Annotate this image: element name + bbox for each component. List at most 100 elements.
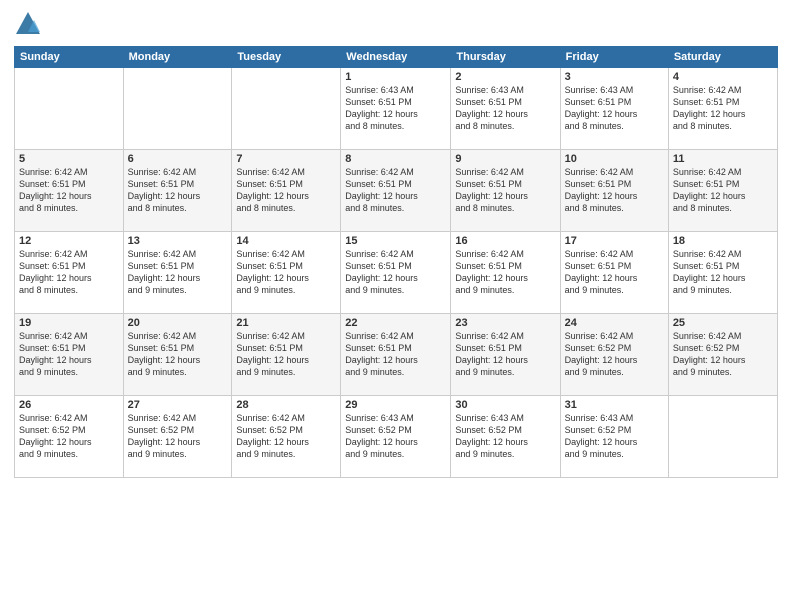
table-row bbox=[668, 396, 777, 478]
table-row: 29Sunrise: 6:43 AMSunset: 6:52 PMDayligh… bbox=[341, 396, 451, 478]
day-number: 23 bbox=[455, 317, 555, 329]
table-row: 22Sunrise: 6:42 AMSunset: 6:51 PMDayligh… bbox=[341, 314, 451, 396]
calendar-week-row: 26Sunrise: 6:42 AMSunset: 6:52 PMDayligh… bbox=[15, 396, 778, 478]
day-number: 12 bbox=[19, 235, 119, 247]
table-row: 16Sunrise: 6:42 AMSunset: 6:51 PMDayligh… bbox=[451, 232, 560, 314]
table-row: 7Sunrise: 6:42 AMSunset: 6:51 PMDaylight… bbox=[232, 150, 341, 232]
day-info: Sunrise: 6:42 AMSunset: 6:51 PMDaylight:… bbox=[565, 166, 664, 215]
day-number: 16 bbox=[455, 235, 555, 247]
table-row: 28Sunrise: 6:42 AMSunset: 6:52 PMDayligh… bbox=[232, 396, 341, 478]
table-row: 11Sunrise: 6:42 AMSunset: 6:51 PMDayligh… bbox=[668, 150, 777, 232]
col-wednesday: Wednesday bbox=[341, 47, 451, 68]
day-number: 22 bbox=[345, 317, 446, 329]
day-number: 10 bbox=[565, 153, 664, 165]
day-info: Sunrise: 6:42 AMSunset: 6:51 PMDaylight:… bbox=[345, 166, 446, 215]
day-info: Sunrise: 6:42 AMSunset: 6:51 PMDaylight:… bbox=[128, 330, 228, 379]
day-info: Sunrise: 6:42 AMSunset: 6:51 PMDaylight:… bbox=[19, 330, 119, 379]
table-row: 3Sunrise: 6:43 AMSunset: 6:51 PMDaylight… bbox=[560, 68, 668, 150]
day-info: Sunrise: 6:42 AMSunset: 6:52 PMDaylight:… bbox=[565, 330, 664, 379]
table-row: 13Sunrise: 6:42 AMSunset: 6:51 PMDayligh… bbox=[123, 232, 232, 314]
day-info: Sunrise: 6:42 AMSunset: 6:51 PMDaylight:… bbox=[455, 248, 555, 297]
day-info: Sunrise: 6:43 AMSunset: 6:52 PMDaylight:… bbox=[455, 412, 555, 461]
calendar-week-row: 1Sunrise: 6:43 AMSunset: 6:51 PMDaylight… bbox=[15, 68, 778, 150]
day-number: 11 bbox=[673, 153, 773, 165]
table-row bbox=[232, 68, 341, 150]
col-saturday: Saturday bbox=[668, 47, 777, 68]
day-info: Sunrise: 6:43 AMSunset: 6:52 PMDaylight:… bbox=[565, 412, 664, 461]
table-row: 17Sunrise: 6:42 AMSunset: 6:51 PMDayligh… bbox=[560, 232, 668, 314]
day-info: Sunrise: 6:42 AMSunset: 6:51 PMDaylight:… bbox=[19, 248, 119, 297]
table-row: 18Sunrise: 6:42 AMSunset: 6:51 PMDayligh… bbox=[668, 232, 777, 314]
logo bbox=[14, 10, 46, 38]
header bbox=[14, 10, 778, 38]
day-info: Sunrise: 6:42 AMSunset: 6:51 PMDaylight:… bbox=[345, 248, 446, 297]
table-row: 15Sunrise: 6:42 AMSunset: 6:51 PMDayligh… bbox=[341, 232, 451, 314]
day-info: Sunrise: 6:42 AMSunset: 6:51 PMDaylight:… bbox=[128, 248, 228, 297]
day-info: Sunrise: 6:42 AMSunset: 6:52 PMDaylight:… bbox=[673, 330, 773, 379]
table-row: 14Sunrise: 6:42 AMSunset: 6:51 PMDayligh… bbox=[232, 232, 341, 314]
table-row: 24Sunrise: 6:42 AMSunset: 6:52 PMDayligh… bbox=[560, 314, 668, 396]
day-info: Sunrise: 6:42 AMSunset: 6:51 PMDaylight:… bbox=[455, 330, 555, 379]
day-number: 28 bbox=[236, 399, 336, 411]
day-info: Sunrise: 6:43 AMSunset: 6:51 PMDaylight:… bbox=[565, 84, 664, 133]
col-monday: Monday bbox=[123, 47, 232, 68]
day-number: 14 bbox=[236, 235, 336, 247]
day-number: 6 bbox=[128, 153, 228, 165]
table-row: 26Sunrise: 6:42 AMSunset: 6:52 PMDayligh… bbox=[15, 396, 124, 478]
table-row: 30Sunrise: 6:43 AMSunset: 6:52 PMDayligh… bbox=[451, 396, 560, 478]
table-row bbox=[15, 68, 124, 150]
calendar-week-row: 12Sunrise: 6:42 AMSunset: 6:51 PMDayligh… bbox=[15, 232, 778, 314]
col-sunday: Sunday bbox=[15, 47, 124, 68]
day-number: 18 bbox=[673, 235, 773, 247]
table-row: 20Sunrise: 6:42 AMSunset: 6:51 PMDayligh… bbox=[123, 314, 232, 396]
day-info: Sunrise: 6:42 AMSunset: 6:51 PMDaylight:… bbox=[345, 330, 446, 379]
day-number: 30 bbox=[455, 399, 555, 411]
day-number: 20 bbox=[128, 317, 228, 329]
table-row: 23Sunrise: 6:42 AMSunset: 6:51 PMDayligh… bbox=[451, 314, 560, 396]
weekday-header-row: Sunday Monday Tuesday Wednesday Thursday… bbox=[15, 47, 778, 68]
day-number: 26 bbox=[19, 399, 119, 411]
day-number: 21 bbox=[236, 317, 336, 329]
day-info: Sunrise: 6:42 AMSunset: 6:52 PMDaylight:… bbox=[19, 412, 119, 461]
table-row: 10Sunrise: 6:42 AMSunset: 6:51 PMDayligh… bbox=[560, 150, 668, 232]
day-info: Sunrise: 6:43 AMSunset: 6:51 PMDaylight:… bbox=[345, 84, 446, 133]
day-info: Sunrise: 6:42 AMSunset: 6:51 PMDaylight:… bbox=[673, 166, 773, 215]
day-info: Sunrise: 6:42 AMSunset: 6:52 PMDaylight:… bbox=[236, 412, 336, 461]
table-row: 1Sunrise: 6:43 AMSunset: 6:51 PMDaylight… bbox=[341, 68, 451, 150]
day-info: Sunrise: 6:42 AMSunset: 6:51 PMDaylight:… bbox=[19, 166, 119, 215]
col-friday: Friday bbox=[560, 47, 668, 68]
table-row bbox=[123, 68, 232, 150]
day-number: 9 bbox=[455, 153, 555, 165]
day-info: Sunrise: 6:42 AMSunset: 6:51 PMDaylight:… bbox=[236, 330, 336, 379]
day-number: 5 bbox=[19, 153, 119, 165]
day-info: Sunrise: 6:42 AMSunset: 6:51 PMDaylight:… bbox=[128, 166, 228, 215]
day-number: 15 bbox=[345, 235, 446, 247]
table-row: 25Sunrise: 6:42 AMSunset: 6:52 PMDayligh… bbox=[668, 314, 777, 396]
day-number: 29 bbox=[345, 399, 446, 411]
table-row: 4Sunrise: 6:42 AMSunset: 6:51 PMDaylight… bbox=[668, 68, 777, 150]
day-info: Sunrise: 6:42 AMSunset: 6:51 PMDaylight:… bbox=[673, 248, 773, 297]
day-number: 13 bbox=[128, 235, 228, 247]
day-number: 24 bbox=[565, 317, 664, 329]
day-number: 31 bbox=[565, 399, 664, 411]
day-number: 17 bbox=[565, 235, 664, 247]
calendar-week-row: 5Sunrise: 6:42 AMSunset: 6:51 PMDaylight… bbox=[15, 150, 778, 232]
day-info: Sunrise: 6:42 AMSunset: 6:51 PMDaylight:… bbox=[565, 248, 664, 297]
table-row: 2Sunrise: 6:43 AMSunset: 6:51 PMDaylight… bbox=[451, 68, 560, 150]
day-number: 27 bbox=[128, 399, 228, 411]
day-info: Sunrise: 6:42 AMSunset: 6:51 PMDaylight:… bbox=[673, 84, 773, 133]
day-number: 7 bbox=[236, 153, 336, 165]
day-number: 19 bbox=[19, 317, 119, 329]
day-number: 25 bbox=[673, 317, 773, 329]
col-tuesday: Tuesday bbox=[232, 47, 341, 68]
logo-icon bbox=[14, 10, 42, 38]
day-info: Sunrise: 6:43 AMSunset: 6:51 PMDaylight:… bbox=[455, 84, 555, 133]
day-number: 2 bbox=[455, 71, 555, 83]
day-info: Sunrise: 6:42 AMSunset: 6:51 PMDaylight:… bbox=[236, 166, 336, 215]
table-row: 19Sunrise: 6:42 AMSunset: 6:51 PMDayligh… bbox=[15, 314, 124, 396]
calendar-week-row: 19Sunrise: 6:42 AMSunset: 6:51 PMDayligh… bbox=[15, 314, 778, 396]
day-number: 4 bbox=[673, 71, 773, 83]
table-row: 27Sunrise: 6:42 AMSunset: 6:52 PMDayligh… bbox=[123, 396, 232, 478]
day-info: Sunrise: 6:42 AMSunset: 6:52 PMDaylight:… bbox=[128, 412, 228, 461]
table-row: 6Sunrise: 6:42 AMSunset: 6:51 PMDaylight… bbox=[123, 150, 232, 232]
